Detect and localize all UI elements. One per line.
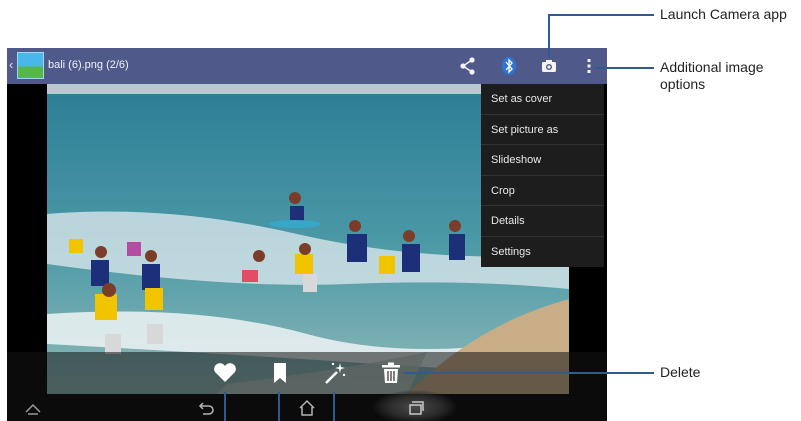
- system-nav-bar: [7, 390, 607, 421]
- delete-trash-icon[interactable]: [378, 360, 404, 386]
- bluetooth-icon[interactable]: [499, 56, 519, 76]
- recent-apps-icon[interactable]: [405, 399, 425, 417]
- share-icon[interactable]: [458, 56, 478, 76]
- menu-item-settings[interactable]: Settings: [481, 237, 604, 268]
- callout-line-options: [596, 67, 654, 69]
- callout-line-bookmark: [278, 392, 280, 421]
- callout-label-options: Additional image options: [660, 59, 764, 92]
- action-bar: ‹ bali (6).png (2/6): [7, 48, 607, 84]
- camera-icon[interactable]: [539, 56, 559, 76]
- magic-wand-icon[interactable]: [322, 360, 348, 386]
- callout-label-camera: Launch Camera app: [660, 6, 787, 22]
- image-title: bali (6).png (2/6): [48, 59, 129, 71]
- menu-item-set-picture-as[interactable]: Set picture as: [481, 115, 604, 145]
- overflow-menu-icon[interactable]: [579, 56, 599, 76]
- back-icon[interactable]: [197, 399, 217, 417]
- callout-line-camera: [548, 14, 654, 16]
- menu-item-crop[interactable]: Crop: [481, 176, 604, 206]
- callout-line-camera: [548, 14, 550, 58]
- favorite-heart-icon[interactable]: [212, 360, 238, 386]
- menu-item-details[interactable]: Details: [481, 206, 604, 237]
- bookmark-icon[interactable]: [267, 360, 293, 386]
- app-thumbnail-icon[interactable]: [17, 52, 44, 79]
- callout-label-delete: Delete: [660, 364, 701, 380]
- menu-item-set-as-cover[interactable]: Set as cover: [481, 84, 604, 115]
- menu-item-slideshow[interactable]: Slideshow: [481, 145, 604, 176]
- back-caret-icon[interactable]: ‹: [9, 57, 13, 72]
- options-menu: Set as cover Set picture as Slideshow Cr…: [481, 84, 604, 267]
- callout-line-delete: [404, 372, 654, 374]
- tablet-screen: ‹ bali (6).png (2/6) Set as cover Set pi…: [7, 48, 607, 421]
- callout-line-wand: [333, 392, 335, 421]
- callout-line-heart: [224, 392, 226, 421]
- hide-bar-icon[interactable]: [23, 399, 43, 417]
- home-icon[interactable]: [297, 399, 317, 417]
